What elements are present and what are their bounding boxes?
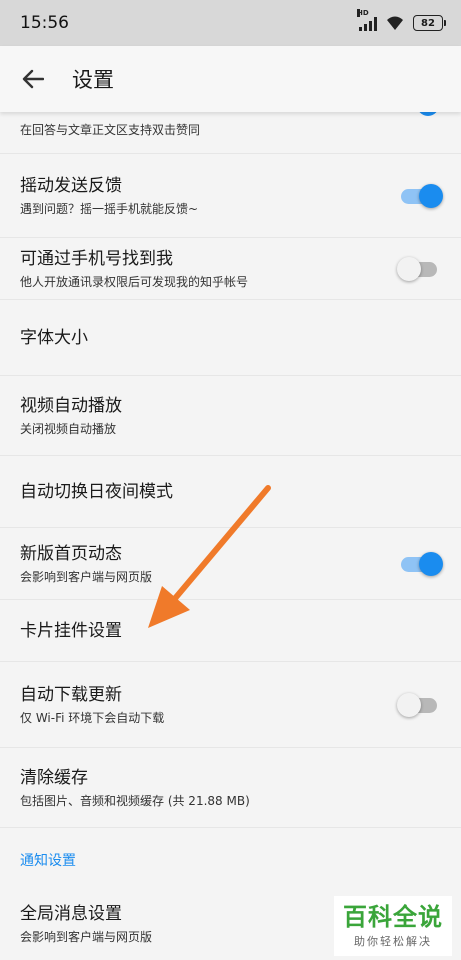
toggle-switch[interactable] — [417, 112, 439, 116]
settings-row-title: 新版首页动态 — [20, 543, 122, 564]
settings-row-title: 自动切换日夜间模式 — [20, 481, 173, 502]
settings-row-find-by-phone[interactable]: 可通过手机号找到我 他人开放通讯录权限后可发现我的知乎帐号 — [0, 238, 461, 300]
settings-row-video-autoplay[interactable]: 视频自动播放 关闭视频自动播放 — [0, 376, 461, 456]
settings-row-subtitle: 包括图片、音频和视频缓存 (共 21.88 MB) — [20, 793, 250, 808]
settings-row-title: 摇动发送反馈 — [20, 175, 122, 196]
section-header-notifications: 通知设置 — [20, 853, 76, 869]
app-bar: 设置 — [0, 46, 461, 112]
settings-row-title: 清除缓存 — [20, 767, 88, 788]
settings-row-title: 自动下载更新 — [20, 684, 122, 705]
settings-row-shake-feedback[interactable]: 摇动发送反馈 遇到问题？摇一摇手机就能反馈~ — [0, 154, 461, 238]
settings-row-title: 全局消息设置 — [20, 904, 122, 924]
settings-row-subtitle: 仅 Wi-Fi 环境下会自动下载 — [20, 710, 165, 725]
toggle-switch[interactable] — [397, 691, 443, 719]
settings-row-double-tap[interactable]: 在回答与文章正文区支持双击赞同 — [0, 112, 461, 154]
settings-row-subtitle: 遇到问题？摇一摇手机就能反馈~ — [20, 201, 199, 216]
back-arrow-icon — [22, 69, 44, 89]
settings-row-subtitle: 关闭视频自动播放 — [20, 421, 117, 436]
watermark-subtitle: 助你轻松解决 — [354, 935, 432, 948]
settings-row-font-size[interactable]: 字体大小 — [0, 300, 461, 376]
settings-row-title: 可通过手机号找到我 — [20, 248, 173, 269]
status-bar: 15:56 HD 82 — [0, 0, 461, 46]
status-time: 15:56 — [20, 13, 69, 33]
settings-row-clear-cache[interactable]: 清除缓存 包括图片、音频和视频缓存 (共 21.88 MB) — [0, 748, 461, 828]
hd-badge: HD — [357, 9, 369, 17]
settings-row-subtitle: 会影响到客户端与网页版 — [20, 930, 153, 944]
settings-row-card-widget[interactable]: 卡片挂件设置 — [0, 600, 461, 662]
settings-row-title: 视频自动播放 — [20, 395, 122, 416]
settings-list: 在回答与文章正文区支持双击赞同 摇动发送反馈 遇到问题？摇一摇手机就能反馈~ 可… — [0, 112, 461, 960]
toggle-switch[interactable] — [397, 182, 443, 210]
wifi-icon — [387, 16, 403, 30]
settings-row-subtitle: 在回答与文章正文区支持双击赞同 — [20, 123, 201, 137]
toggle-switch[interactable] — [397, 550, 443, 578]
watermark-title: 百科全说 — [343, 903, 443, 931]
watermark-logo: 百科全说 助你轻松解决 — [334, 896, 452, 956]
settings-row-subtitle: 他人开放通讯录权限后可发现我的知乎帐号 — [20, 274, 249, 289]
back-button[interactable] — [0, 46, 66, 112]
settings-row-auto-night-mode[interactable]: 自动切换日夜间模式 — [0, 456, 461, 528]
battery-icon: 82 — [413, 15, 446, 31]
signal-icon: HD — [357, 9, 377, 31]
settings-row-title: 字体大小 — [20, 327, 88, 348]
settings-row-title: 卡片挂件设置 — [20, 620, 122, 641]
page-title: 设置 — [72, 68, 114, 92]
settings-row-auto-update[interactable]: 自动下载更新 仅 Wi-Fi 环境下会自动下载 — [0, 662, 461, 748]
settings-row-subtitle: 会影响到客户端与网页版 — [20, 569, 153, 584]
status-icons: HD 82 — [357, 9, 446, 31]
settings-row-new-home-feed[interactable]: 新版首页动态 会影响到客户端与网页版 — [0, 528, 461, 600]
toggle-switch[interactable] — [397, 255, 443, 283]
